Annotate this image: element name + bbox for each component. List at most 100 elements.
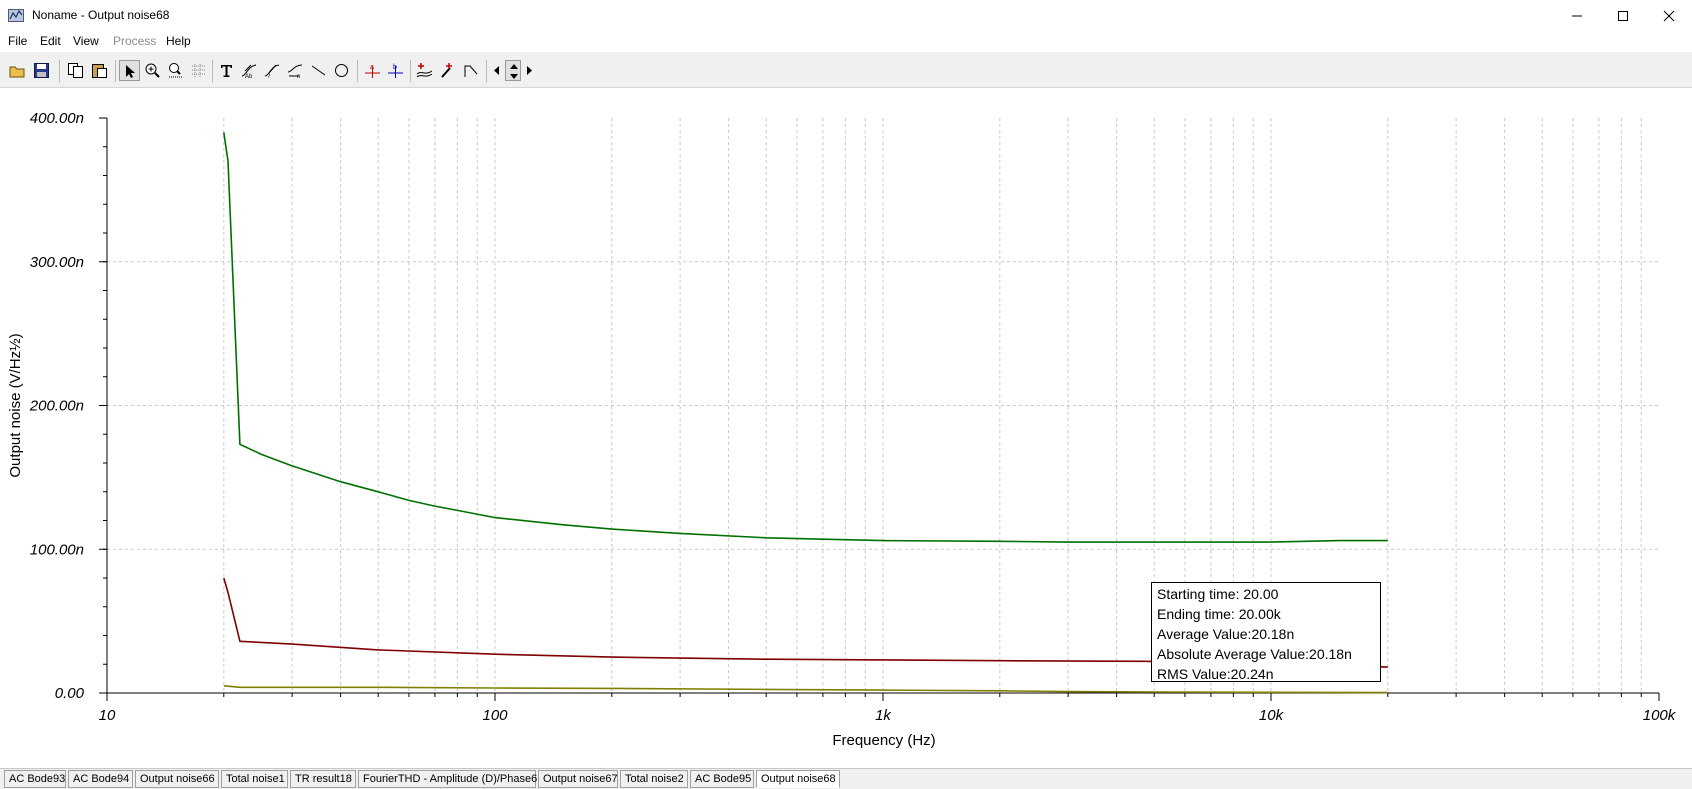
toolbar: Ab ? n a b xyxy=(0,52,1692,88)
scroll-right-button[interactable] xyxy=(522,60,536,81)
toolbar-separator xyxy=(115,60,116,82)
toolbar-separator xyxy=(59,60,60,82)
tab-ac-bode95[interactable]: AC Bode95 xyxy=(690,770,754,788)
ending-time: Ending time: 20.00k xyxy=(1157,606,1281,622)
y-tick-label: 400.00n xyxy=(30,110,84,127)
minimize-button[interactable] xyxy=(1554,0,1600,31)
tab-fourier-thd[interactable]: FourierTHD - Amplitude (D)/Phase6 xyxy=(358,770,537,788)
tab-output-noise66[interactable]: Output noise66 xyxy=(135,770,219,788)
arrow-updown-icon xyxy=(510,64,518,79)
menu-edit[interactable]: Edit xyxy=(40,34,61,48)
toolbar-separator xyxy=(410,60,411,82)
copy-icon xyxy=(68,63,83,78)
window-title: Noname - Output noise68 xyxy=(32,8,170,22)
statistics-box[interactable]: Starting time: 20.00 Ending time: 20.00k… xyxy=(1151,582,1381,682)
cursor-b-button[interactable]: b xyxy=(385,60,406,81)
arrow-left-icon xyxy=(494,66,499,75)
tab-tr-result18[interactable]: TR result18 xyxy=(290,770,356,788)
add-curve-button[interactable] xyxy=(414,60,435,81)
minimize-icon xyxy=(1572,15,1582,16)
tab-ac-bode93[interactable]: AC Bode93 xyxy=(4,770,66,788)
step-icon xyxy=(464,65,478,77)
open-button[interactable] xyxy=(7,60,28,81)
zoom-100-button[interactable] xyxy=(165,60,186,81)
save-button[interactable] xyxy=(31,60,52,81)
svg-text:?: ? xyxy=(267,74,271,79)
svg-text:Ab: Ab xyxy=(245,74,253,79)
menu-file[interactable]: File xyxy=(8,34,27,48)
pointer-icon xyxy=(126,65,135,78)
curve-label-2-button[interactable]: ? xyxy=(262,60,283,81)
y-tick-label: 100.00n xyxy=(30,541,84,558)
pointer-button[interactable] xyxy=(119,60,140,81)
add-curve-icon xyxy=(416,63,433,78)
probe-button[interactable] xyxy=(437,60,458,81)
y-axis-label: Output noise (V/Hz½) xyxy=(7,333,24,477)
starting-time: Starting time: 20.00 xyxy=(1157,586,1279,602)
document-tab-bar: AC Bode93 AC Bode94 Output noise66 Total… xyxy=(0,768,1692,789)
svg-text:n: n xyxy=(297,74,300,79)
copy-button[interactable] xyxy=(65,60,86,81)
cursor-a-icon: a xyxy=(365,64,380,78)
curve-label-icon: Ab xyxy=(241,64,257,79)
ellipse-button[interactable] xyxy=(331,60,352,81)
grid-button[interactable] xyxy=(188,60,209,81)
curve-label-3-button[interactable]: n xyxy=(285,60,306,81)
tab-total-noise1[interactable]: Total noise1 xyxy=(221,770,288,788)
zoom-in-button[interactable] xyxy=(142,60,163,81)
cursor-a-button[interactable]: a xyxy=(362,60,383,81)
tab-output-noise67[interactable]: Output noise67 xyxy=(538,770,618,788)
average-value: Average Value:20.18n xyxy=(1157,626,1295,642)
grid-icon xyxy=(192,64,205,77)
x-tick-label: 10 xyxy=(99,707,116,724)
absolute-average-value: Absolute Average Value:20.18n xyxy=(1157,646,1352,662)
paste-button[interactable] xyxy=(89,60,110,81)
x-tick-label: 1k xyxy=(875,707,892,724)
curve-label-3-icon: n xyxy=(287,64,303,79)
tab-ac-bode94[interactable]: AC Bode94 xyxy=(68,770,133,788)
plot-area[interactable]: 0.00 100.00n 200.00n 300.00n 400.00n 10 100 1k 1… xyxy=(0,88,1692,768)
close-icon xyxy=(1663,10,1675,21)
text-icon xyxy=(221,65,232,77)
svg-text:a: a xyxy=(370,64,374,71)
save-icon xyxy=(34,63,49,78)
menu-view[interactable]: View xyxy=(73,34,99,48)
menu-help[interactable]: Help xyxy=(166,34,191,48)
svg-text:b: b xyxy=(393,64,397,71)
step-button[interactable] xyxy=(460,60,481,81)
line-button[interactable] xyxy=(308,60,329,81)
toolbar-separator xyxy=(357,60,358,82)
x-tick-label: 10k xyxy=(1259,707,1285,724)
x-tick-label: 100k xyxy=(1643,707,1677,724)
zoom-100-icon xyxy=(169,63,183,78)
line-icon xyxy=(311,65,326,76)
scroll-left-button[interactable] xyxy=(490,60,504,81)
menu-bar: File Edit View Process Help xyxy=(0,31,1692,52)
tab-total-noise2[interactable]: Total noise2 xyxy=(620,770,688,788)
y-tick-label: 0.00 xyxy=(55,685,85,702)
probe-icon xyxy=(441,63,452,78)
curve-label-button[interactable]: Ab xyxy=(239,60,260,81)
maximize-button[interactable] xyxy=(1600,0,1646,31)
ellipse-icon xyxy=(335,64,348,77)
y-tick-label: 300.00n xyxy=(30,254,84,271)
rms-value: RMS Value:20.24n xyxy=(1157,666,1274,682)
tab-output-noise68[interactable]: Output noise68 xyxy=(756,770,840,788)
series-line-1 xyxy=(223,132,1388,543)
paste-icon xyxy=(92,64,107,78)
close-button[interactable] xyxy=(1646,0,1692,31)
toolbar-separator xyxy=(486,60,487,82)
title-bar: Noname - Output noise68 xyxy=(0,0,1692,31)
arrow-right-icon xyxy=(527,66,532,75)
maximize-icon xyxy=(1618,10,1628,21)
x-axis-label: Frequency (Hz) xyxy=(832,732,935,749)
app-icon xyxy=(8,9,24,22)
menu-process[interactable]: Process xyxy=(113,34,156,48)
open-folder-icon xyxy=(9,66,25,78)
noise-chart[interactable]: 0.00 100.00n 200.00n 300.00n 400.00n 10 100 1k 1… xyxy=(0,88,1692,768)
x-tick-label: 100 xyxy=(482,707,508,724)
text-button[interactable] xyxy=(216,60,237,81)
zoom-in-icon xyxy=(145,63,160,78)
cursor-b-icon: b xyxy=(388,64,403,78)
scroll-updown-button[interactable] xyxy=(505,60,521,81)
